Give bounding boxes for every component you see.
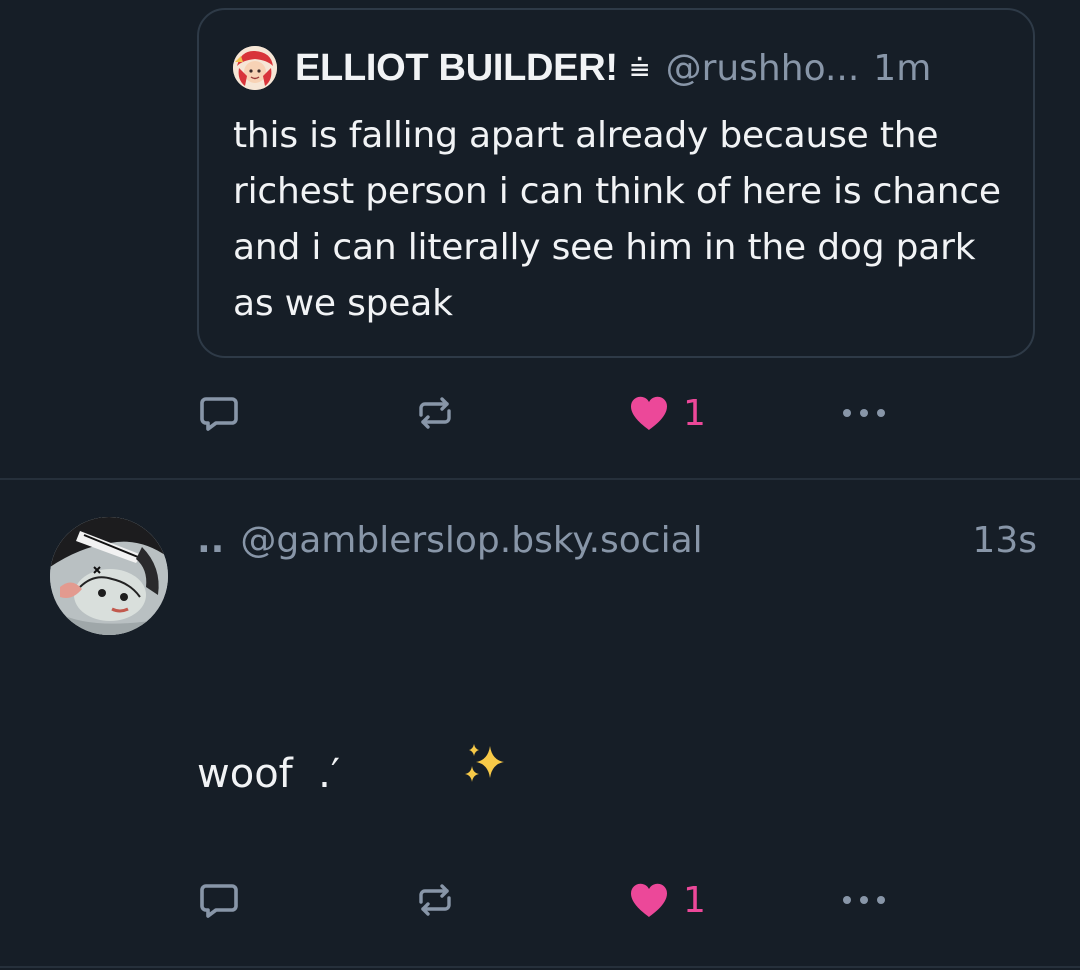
- post[interactable]: .. @gamblerslop.bsky.social 13s woof .′: [0, 480, 1080, 970]
- quote-card[interactable]: ELLIOT BUILDER! ⩧ @rushho... 1m this is …: [197, 8, 1035, 358]
- author-name[interactable]: ..: [197, 520, 224, 561]
- repost-button[interactable]: [413, 875, 457, 925]
- quote-text: this is falling apart already because th…: [233, 115, 1001, 324]
- more-options-button[interactable]: [839, 875, 889, 925]
- reply-button[interactable]: [197, 388, 241, 438]
- reply-icon: [200, 884, 238, 918]
- like-count: 1: [683, 879, 706, 921]
- quote-timestamp[interactable]: 1m: [873, 48, 931, 89]
- reply-icon: [200, 397, 238, 431]
- post-body: woof .′: [197, 680, 510, 867]
- post-with-quote[interactable]: ELLIOT BUILDER! ⩧ @rushho... 1m this is …: [0, 0, 1080, 478]
- heart-icon: [630, 883, 668, 917]
- reply-button[interactable]: [197, 875, 241, 925]
- more-icon: [843, 896, 885, 904]
- author-handle[interactable]: @gamblerslop.bsky.social: [240, 520, 702, 561]
- timestamp[interactable]: 13s: [972, 520, 1037, 561]
- post-divider: [0, 966, 1080, 968]
- post1-action-bar: 1: [197, 388, 917, 438]
- repost-icon: [419, 397, 451, 429]
- like-button[interactable]: 1: [627, 388, 706, 438]
- post-text: woof .′: [197, 750, 340, 797]
- avatar[interactable]: [50, 517, 168, 635]
- repost-icon: [419, 884, 451, 916]
- post-header: .. @gamblerslop.bsky.social 13s: [197, 516, 1037, 564]
- feed: ELLIOT BUILDER! ⩧ @rushho... 1m this is …: [0, 0, 1080, 970]
- more-icon: [843, 409, 885, 417]
- quote-avatar[interactable]: [233, 46, 277, 90]
- like-button[interactable]: 1: [627, 875, 706, 925]
- quote-header: ELLIOT BUILDER! ⩧ @rushho... 1m: [233, 44, 931, 92]
- repost-button[interactable]: [413, 388, 457, 438]
- like-count: 1: [683, 392, 706, 434]
- quote-author-handle[interactable]: @rushho...: [666, 48, 860, 89]
- sparkles-icon: [358, 680, 510, 867]
- heart-icon: [630, 396, 668, 430]
- quote-author-name[interactable]: ELLIOT BUILDER!: [295, 47, 618, 90]
- more-options-button[interactable]: [839, 388, 889, 438]
- post2-action-bar: 1: [197, 875, 917, 925]
- quote-name-glyph: ⩧: [629, 48, 650, 88]
